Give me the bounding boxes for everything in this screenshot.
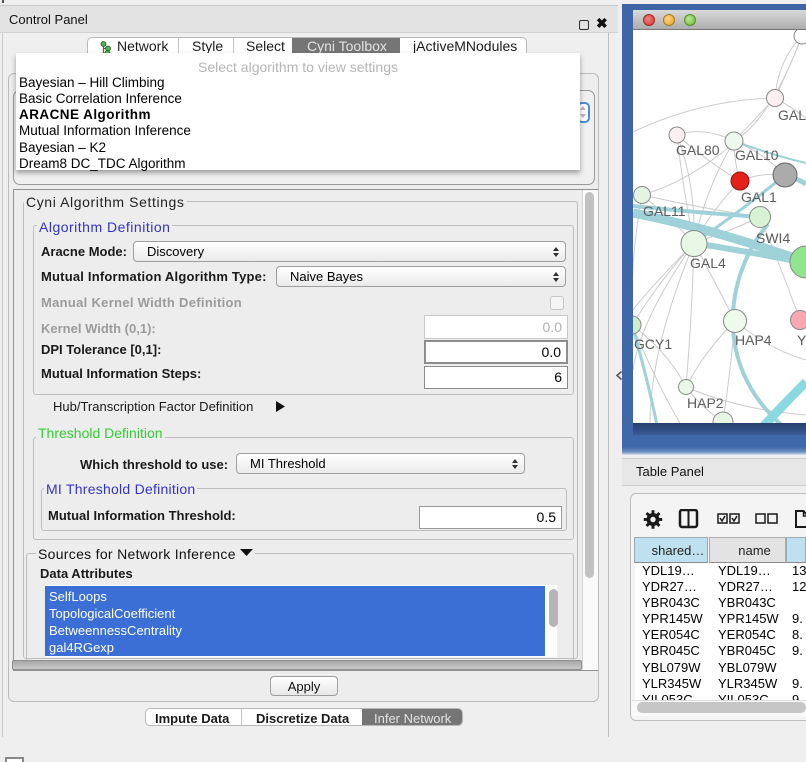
svg-text:Y: Y [797, 332, 806, 348]
svg-text:GAL80: GAL80 [676, 142, 720, 158]
svg-text:GAL10: GAL10 [735, 147, 779, 163]
svg-text:GAL4: GAL4 [690, 255, 726, 271]
svg-text:HAP2: HAP2 [687, 395, 724, 411]
svg-text:HAP4: HAP4 [735, 332, 772, 348]
svg-text:GAL11: GAL11 [643, 203, 686, 219]
svg-text:GCY1: GCY1 [634, 336, 672, 352]
svg-text:GAL1: GAL1 [741, 189, 777, 205]
svg-text:SWI4: SWI4 [756, 230, 790, 246]
svg-text:GAL: GAL [778, 107, 806, 123]
